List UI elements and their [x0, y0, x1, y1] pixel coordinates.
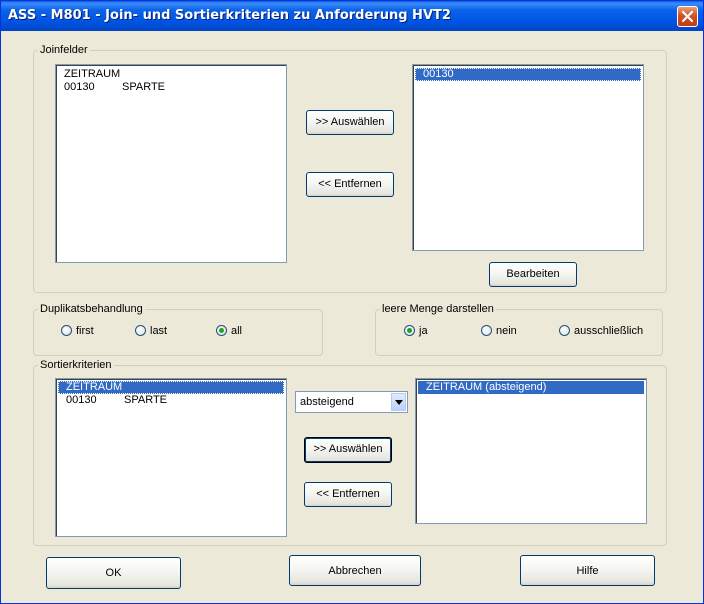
sort-selected-list[interactable]: ZEITRAUM (absteigend)	[415, 378, 647, 524]
close-icon	[681, 10, 694, 23]
list-item[interactable]: 00130	[415, 68, 641, 81]
radio-first-circle[interactable]	[61, 325, 72, 336]
list-item[interactable]: 00130 SPARTE	[56, 81, 286, 94]
cancel-button[interactable]: Abbrechen	[289, 555, 421, 586]
join-remove-button[interactable]: << Entfernen	[306, 172, 394, 197]
list-item[interactable]: 00130 SPARTE	[58, 394, 284, 407]
sort-available-list[interactable]: ZEITRAUM 00130 SPARTE	[55, 378, 287, 537]
join-available-list[interactable]: ZEITRAUM 00130 SPARTE	[55, 64, 287, 263]
sort-select-button[interactable]: >> Auswählen	[304, 437, 392, 463]
window-title: ASS - M801 - Join- und Sortierkriterien …	[8, 8, 451, 23]
edit-button[interactable]: Bearbeiten	[489, 262, 577, 287]
join-selected-list[interactable]: 00130	[412, 64, 644, 251]
chevron-down-icon	[395, 400, 403, 405]
radio-last-circle[interactable]	[135, 325, 146, 336]
radio-nein-circle[interactable]	[481, 325, 492, 336]
join-select-button[interactable]: >> Auswählen	[306, 110, 394, 135]
radio-ausschliesslich-circle[interactable]	[559, 325, 570, 336]
radio-ja-circle[interactable]	[404, 325, 415, 336]
dropdown-button[interactable]	[391, 393, 406, 411]
sort-remove-button[interactable]: << Entfernen	[304, 482, 392, 507]
joinfelder-legend: Joinfelder	[40, 44, 88, 56]
close-button[interactable]	[677, 6, 698, 27]
help-button[interactable]: Hilfe	[520, 555, 655, 586]
dialog-window: ASS - M801 - Join- und Sortierkriterien …	[0, 0, 704, 604]
list-item[interactable]: ZEITRAUM (absteigend)	[418, 381, 644, 394]
list-item[interactable]: ZEITRAUM	[58, 381, 284, 394]
ok-button[interactable]: OK	[46, 557, 181, 589]
sort-criteria-legend: Sortierkriterien	[40, 359, 112, 371]
title-bar[interactable]: ASS - M801 - Join- und Sortierkriterien …	[1, 1, 703, 31]
radio-all-circle[interactable]	[216, 325, 227, 336]
sort-order-select[interactable]: absteigend	[295, 391, 408, 413]
list-item[interactable]: ZEITRAUM	[56, 68, 286, 81]
empty-set-legend: leere Menge darstellen	[382, 303, 494, 315]
sort-order-value: absteigend	[300, 396, 354, 408]
duplicate-handling-legend: Duplikatsbehandlung	[40, 303, 143, 315]
